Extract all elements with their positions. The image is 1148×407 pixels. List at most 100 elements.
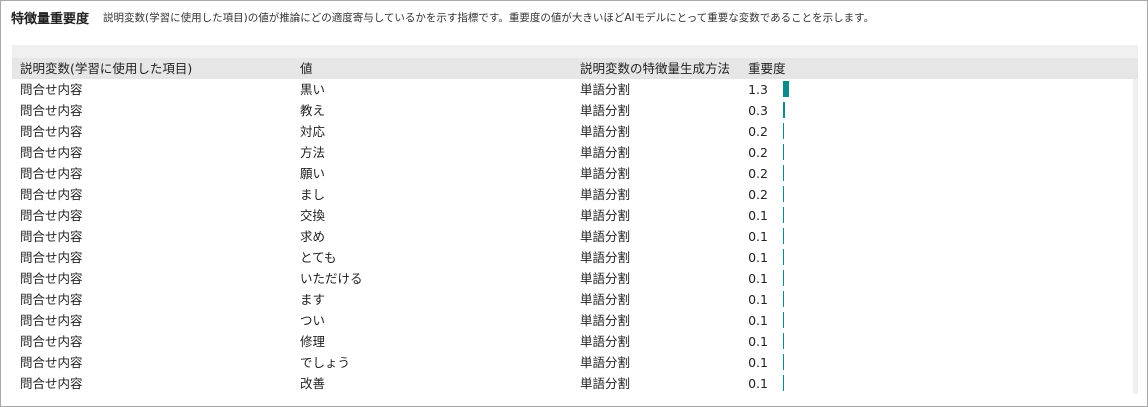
row-variable: 問合せ内容: [20, 124, 83, 139]
row-method: 単語分割: [580, 145, 631, 160]
table-row[interactable]: 問合せ内容 つい 単語分割 0.1: [12, 310, 1133, 331]
row-variable: 問合せ内容: [20, 145, 83, 160]
row-value: 修理: [300, 334, 326, 349]
row-method: 単語分割: [580, 313, 631, 328]
row-value: いただける: [300, 271, 363, 286]
table-row[interactable]: 問合せ内容 方法 単語分割 0.2: [12, 142, 1133, 163]
row-method: 単語分割: [580, 208, 631, 223]
row-value: まし: [300, 187, 326, 202]
row-importance: 0.2: [748, 187, 768, 202]
row-variable: 問合せ内容: [20, 250, 83, 265]
table-row[interactable]: 問合せ内容 改善 単語分割 0.1: [12, 373, 1133, 394]
importance-bar: [783, 165, 784, 181]
importance-bar: [783, 354, 784, 370]
row-importance: 0.2: [748, 145, 768, 160]
importance-bar: [783, 102, 785, 118]
importance-table: 説明変数(学習に使用した項目) 値 説明変数の特徴量生成方法 重要度 問合せ内容…: [12, 45, 1138, 394]
importance-bar: [783, 81, 789, 97]
importance-bar: [783, 123, 784, 139]
importance-bar: [783, 249, 784, 265]
row-method: 単語分割: [580, 82, 631, 97]
row-method: 単語分割: [580, 124, 631, 139]
row-importance: 0.1: [748, 334, 768, 349]
table-row[interactable]: 問合せ内容 黒い 単語分割 1.3: [12, 79, 1133, 100]
importance-bar: [783, 207, 784, 223]
row-method: 単語分割: [580, 334, 631, 349]
table-row[interactable]: 問合せ内容 対応 単語分割 0.2: [12, 121, 1133, 142]
row-importance: 0.1: [748, 355, 768, 370]
importance-bar: [783, 312, 784, 328]
row-value: 交換: [300, 208, 326, 223]
row-variable: 問合せ内容: [20, 292, 83, 307]
row-variable: 問合せ内容: [20, 103, 83, 118]
row-method: 単語分割: [580, 229, 631, 244]
row-value: 求め: [300, 229, 326, 244]
row-value: とても: [300, 250, 337, 265]
row-method: 単語分割: [580, 355, 631, 370]
feature-importance-panel: 特徴量重要度 説明変数(学習に使用した項目)の値が推論にどの適度寄与しているかを…: [0, 0, 1148, 407]
row-variable: 問合せ内容: [20, 82, 83, 97]
row-value: ます: [300, 292, 326, 307]
table-row[interactable]: 問合せ内容 交換 単語分割 0.1: [12, 205, 1133, 226]
column-header-value[interactable]: 値: [300, 58, 313, 79]
row-importance: 1.3: [748, 82, 768, 97]
importance-bar: [783, 186, 784, 202]
row-method: 単語分割: [580, 271, 631, 286]
table-row[interactable]: 問合せ内容 修理 単語分割 0.1: [12, 331, 1133, 352]
row-variable: 問合せ内容: [20, 355, 83, 370]
table-row[interactable]: 問合せ内容 願い 単語分割 0.2: [12, 163, 1133, 184]
row-importance: 0.1: [748, 313, 768, 328]
row-method: 単語分割: [580, 103, 631, 118]
row-variable: 問合せ内容: [20, 271, 83, 286]
row-method: 単語分割: [580, 376, 631, 391]
column-header-variable[interactable]: 説明変数(学習に使用した項目): [20, 58, 192, 79]
row-importance: 0.3: [748, 103, 768, 118]
row-value: 対応: [300, 124, 326, 139]
row-variable: 問合せ内容: [20, 166, 83, 181]
panel-description: 説明変数(学習に使用した項目)の値が推論にどの適度寄与しているかを示す指標です。…: [103, 11, 875, 24]
table-row[interactable]: 問合せ内容 まし 単語分割 0.2: [12, 184, 1133, 205]
importance-bar: [783, 270, 784, 286]
column-header-method[interactable]: 説明変数の特徴量生成方法: [580, 58, 730, 79]
table-row[interactable]: 問合せ内容 ます 単語分割 0.1: [12, 289, 1133, 310]
column-header-importance[interactable]: 重要度: [748, 58, 786, 79]
importance-bar: [783, 291, 784, 307]
table-row[interactable]: 問合せ内容 でしょう 単語分割 0.1: [12, 352, 1133, 373]
table-row[interactable]: 問合せ内容 求め 単語分割 0.1: [12, 226, 1133, 247]
table-body: 問合せ内容 黒い 単語分割 1.3 問合せ内容 教え 単語分割 0.3 問合せ内容 対応 単語分割 0…: [12, 79, 1133, 394]
importance-bar: [783, 144, 784, 160]
row-method: 単語分割: [580, 250, 631, 265]
importance-bar: [783, 228, 784, 244]
row-importance: 0.1: [748, 271, 768, 286]
row-value: 方法: [300, 145, 326, 160]
table-header: 説明変数(学習に使用した項目) 値 説明変数の特徴量生成方法 重要度: [12, 58, 1138, 79]
row-value: つい: [300, 313, 326, 328]
row-variable: 問合せ内容: [20, 229, 83, 244]
row-variable: 問合せ内容: [20, 208, 83, 223]
row-importance: 0.2: [748, 124, 768, 139]
row-importance: 0.2: [748, 166, 768, 181]
row-value: 教え: [300, 103, 326, 118]
panel-title: 特徴量重要度: [11, 11, 90, 27]
row-value: 願い: [300, 166, 326, 181]
table-row[interactable]: 問合せ内容 教え 単語分割 0.3: [12, 100, 1133, 121]
row-importance: 0.1: [748, 250, 768, 265]
row-value: 黒い: [300, 82, 326, 97]
row-value: でしょう: [300, 355, 351, 370]
row-variable: 問合せ内容: [20, 376, 83, 391]
table-row[interactable]: 問合せ内容 とても 単語分割 0.1: [12, 247, 1133, 268]
row-variable: 問合せ内容: [20, 334, 83, 349]
row-variable: 問合せ内容: [20, 187, 83, 202]
row-importance: 0.1: [748, 292, 768, 307]
row-method: 単語分割: [580, 187, 631, 202]
table-row[interactable]: 問合せ内容 いただける 単語分割 0.1: [12, 268, 1133, 289]
row-value: 改善: [300, 376, 326, 391]
row-method: 単語分割: [580, 166, 631, 181]
row-variable: 問合せ内容: [20, 313, 83, 328]
row-importance: 0.1: [748, 376, 768, 391]
row-importance: 0.1: [748, 229, 768, 244]
panel-header: 特徴量重要度 説明変数(学習に使用した項目)の値が推論にどの適度寄与しているかを…: [11, 7, 874, 27]
importance-bar: [783, 375, 784, 391]
importance-bar: [783, 333, 784, 349]
row-method: 単語分割: [580, 292, 631, 307]
